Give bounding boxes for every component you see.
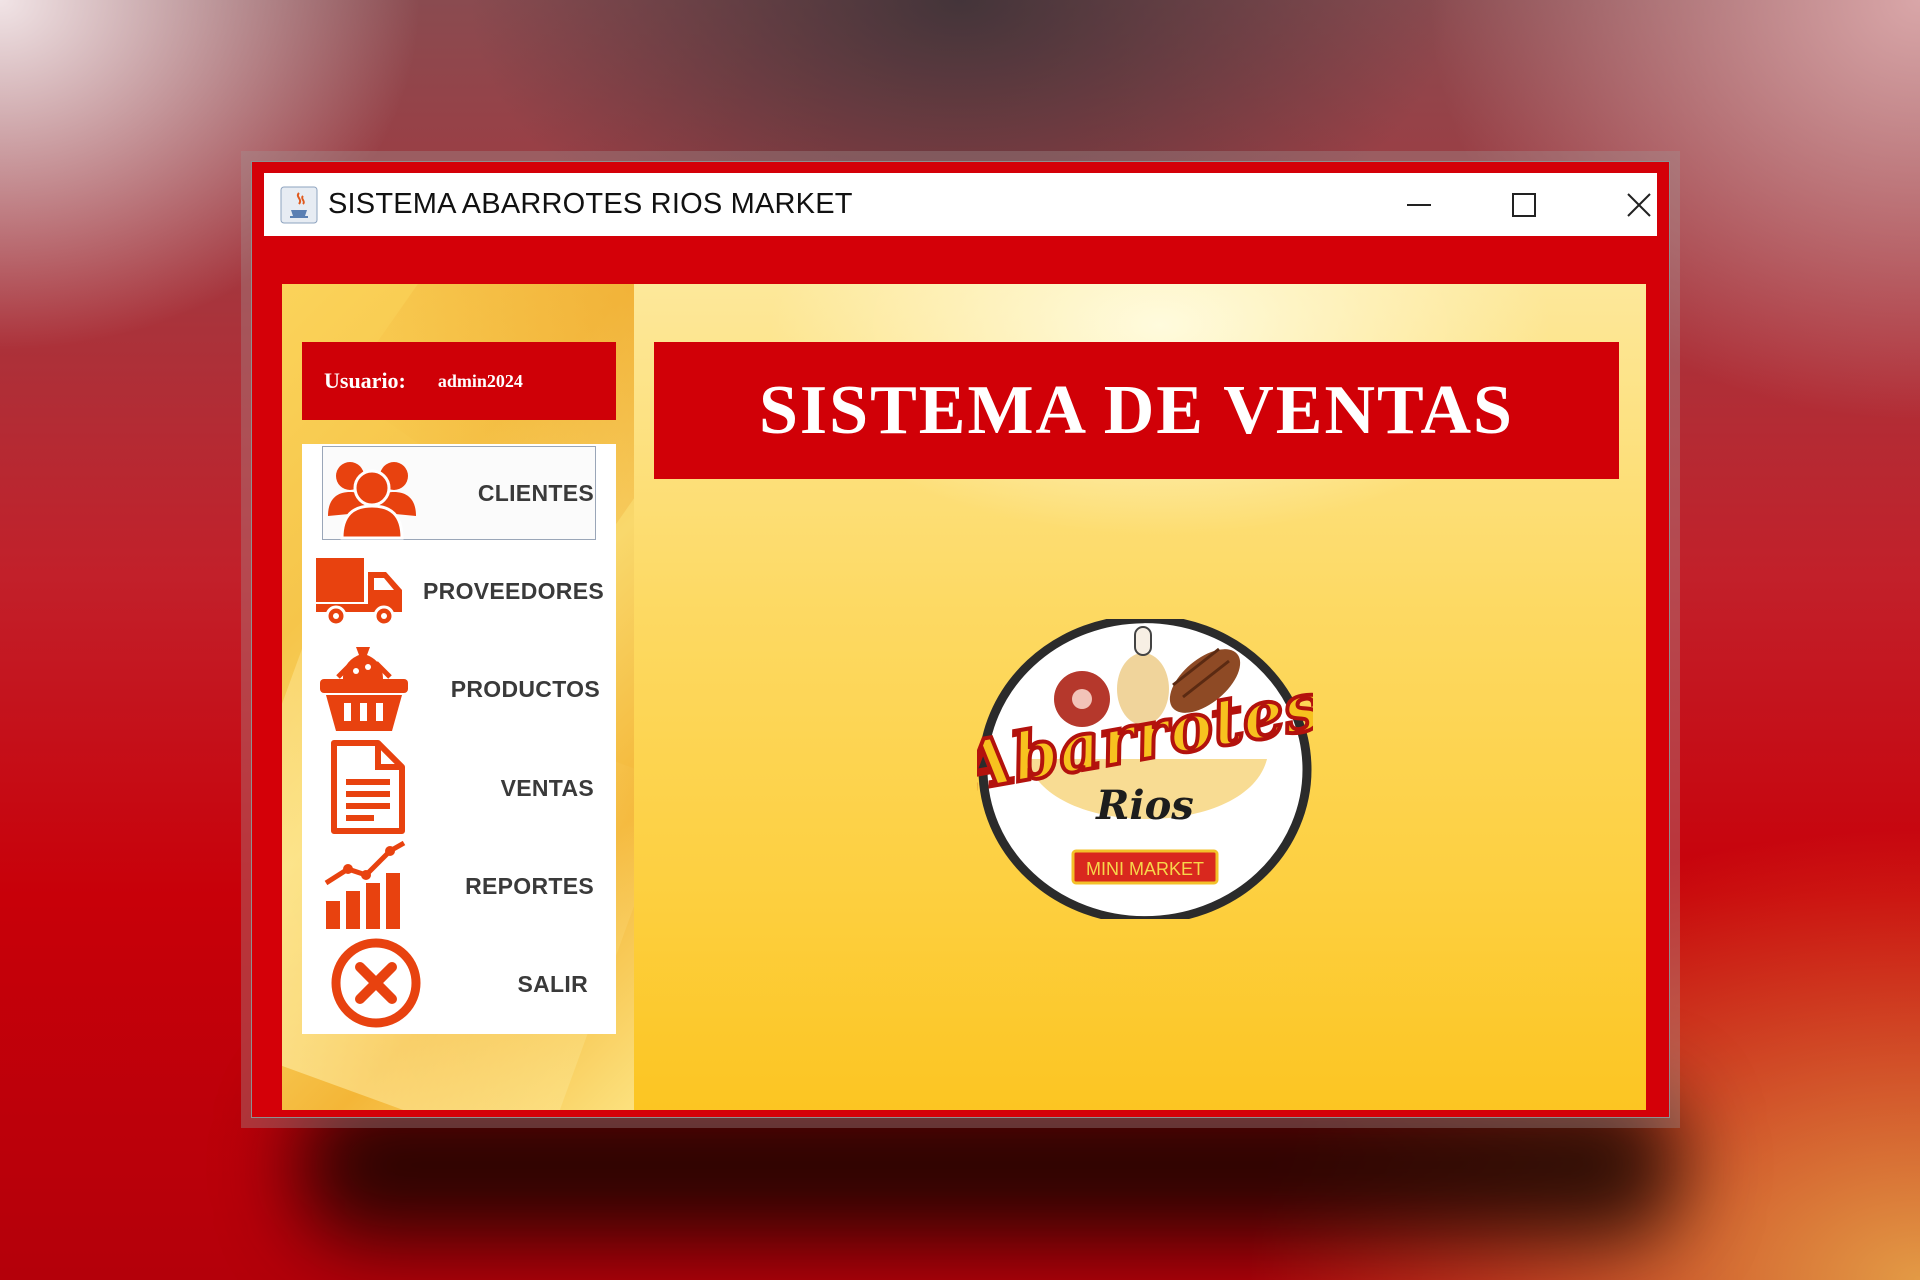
menu-label-productos: PRODUCTOS [450, 676, 600, 703]
menu-item-proveedores[interactable]: PROVEEDORES [302, 542, 616, 640]
main-menu: CLIENTES PROVEEDORES PRODUCTOS VENTAS RE… [302, 444, 616, 1034]
app-window: SISTEMA ABARROTES RIOS MARKET Usuario: a… [251, 161, 1670, 1118]
menu-label-ventas: VENTAS [500, 774, 594, 801]
exit-icon [331, 938, 421, 1028]
sidebar: Usuario: admin2024 CLIENTES PROVEEDORES … [282, 284, 634, 1110]
minimize-icon [1407, 203, 1431, 206]
user-label: Usuario: [324, 368, 406, 393]
content-area: Usuario: admin2024 CLIENTES PROVEEDORES … [282, 284, 1646, 1110]
java-app-icon [280, 186, 318, 223]
menu-item-reportes[interactable]: REPORTES [302, 837, 616, 935]
maximize-icon [1512, 192, 1536, 217]
close-button[interactable] [1584, 173, 1694, 236]
users-icon [328, 462, 416, 540]
menu-label-clientes: CLIENTES [477, 479, 594, 506]
user-box: Usuario: admin2024 [302, 342, 616, 420]
close-icon [1627, 192, 1651, 217]
minimize-button[interactable] [1364, 173, 1474, 236]
menu-label-salir: SALIR [517, 971, 588, 998]
abarrotes-rios-logo: Abarrotes Rios MINI MARKET [977, 619, 1313, 919]
menu-item-clientes[interactable]: CLIENTES [302, 444, 616, 542]
logo-tag-text: MINI MARKET [1086, 859, 1204, 879]
user-name: admin2024 [437, 370, 523, 391]
basket-icon [320, 646, 408, 731]
window-title: SISTEMA ABARROTES RIOS MARKET [328, 188, 853, 220]
menu-label-proveedores: PROVEEDORES [423, 577, 604, 604]
menu-item-salir[interactable]: SALIR [302, 935, 616, 1033]
logo-name-text: Rios [1095, 782, 1194, 829]
chart-icon [324, 841, 406, 930]
banner-title: SISTEMA DE VENTAS [759, 371, 1514, 449]
maximize-button[interactable] [1469, 173, 1579, 236]
menu-item-ventas[interactable]: VENTAS [302, 739, 616, 837]
main-panel: SISTEMA DE VENTAS Abarrotes Rios MINI MA… [634, 284, 1646, 1110]
menu-item-productos[interactable]: PRODUCTOS [302, 641, 616, 739]
truck-icon [316, 558, 402, 627]
title-bar[interactable]: SISTEMA ABARROTES RIOS MARKET [264, 173, 1657, 236]
title-banner: SISTEMA DE VENTAS [654, 342, 1619, 479]
document-icon [331, 739, 405, 834]
menu-label-reportes: REPORTES [465, 872, 594, 899]
